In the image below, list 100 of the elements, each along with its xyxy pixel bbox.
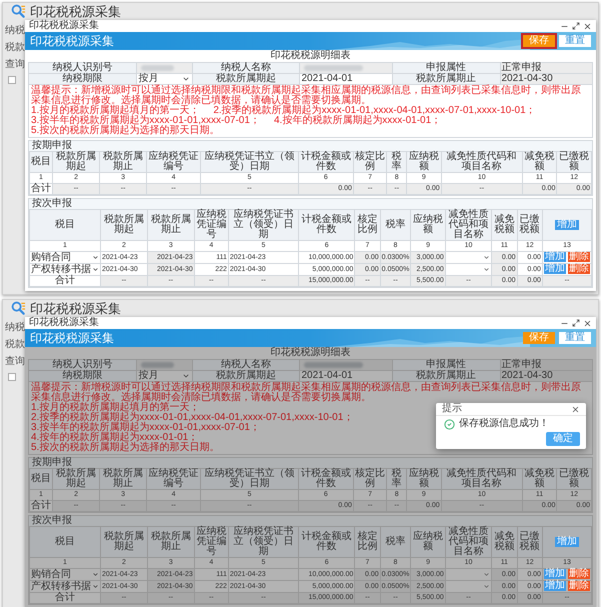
- form-label: 税款: [5, 42, 25, 53]
- column-header: 税目: [30, 526, 100, 558]
- field-label: 税款所属期起: [192, 370, 300, 382]
- delete-button[interactable]: 删除: [568, 569, 590, 580]
- table-cell: 合计: [30, 592, 100, 604]
- add-button[interactable]: 增加: [554, 536, 579, 547]
- section-title: 按次申报: [29, 199, 592, 209]
- column-header: 税目: [30, 210, 100, 240]
- field-label: 税款所属期止: [392, 370, 500, 382]
- save-button[interactable]: 保存: [523, 35, 555, 47]
- add-button[interactable]: 增加: [554, 220, 579, 230]
- save-button[interactable]: 保存: [523, 332, 555, 344]
- table-cell: 合计: [30, 184, 52, 194]
- column-header: 税率: [386, 152, 407, 172]
- column-header: 减免性质代码和项目名称: [445, 526, 492, 558]
- column-header: 应纳税额: [410, 526, 446, 558]
- close-icon[interactable]: [583, 22, 592, 30]
- column-header: 税款所属期起: [100, 526, 148, 558]
- column-header: 减免性质代码和项目名称: [445, 210, 492, 240]
- notice-text: 5.按次的税款所属期起为选择的那天日期。: [31, 126, 220, 136]
- select-field[interactable]: 产权转移书据: [31, 582, 99, 592]
- select-field[interactable]: 产权转移书据: [31, 264, 99, 274]
- field-value: 2021-04-01: [300, 370, 392, 382]
- delete-button[interactable]: 删除: [568, 252, 590, 262]
- column-header: 应纳税额: [406, 468, 442, 490]
- column-header: 应纳税凭证书立（领受）日期: [200, 152, 298, 172]
- column-header: 减免性质代码和项目名称: [441, 468, 522, 490]
- confirm-button[interactable]: 确定: [546, 432, 580, 446]
- notice-text: 3.按半年的税款所属期起为xxxx-01-01,xxxx-07-01；: [31, 116, 260, 126]
- window-title: 印花税税源采集: [29, 318, 99, 328]
- column-header: 税款所属期止: [147, 526, 194, 558]
- column-header: 已缴税额: [517, 210, 542, 240]
- notice-text: 2.按季的税款所属期起为xxxx-01-01,xxxx-04-01,xxxx-07-01,xxxx-10-01；: [31, 413, 354, 423]
- dialog-title: 印花税税源采集: [30, 34, 114, 48]
- notice-text: 4.按年的税款所属期起为xxxx-01-01；: [31, 433, 198, 443]
- window-title: 印花税税源采集: [29, 21, 99, 31]
- field-value: 2021-04-30: [500, 74, 592, 84]
- column-header: 核定比例: [354, 526, 380, 558]
- form-label: 税款: [5, 339, 25, 350]
- column-header: 计税金额或件数: [298, 152, 354, 172]
- column-header: 减免性质代码和项目名称: [441, 152, 522, 172]
- form-label: 查询: [5, 356, 25, 367]
- add-button[interactable]: 增加: [544, 252, 566, 262]
- field-value: 正常申报: [500, 360, 592, 370]
- maximize-icon[interactable]: [572, 319, 580, 327]
- column-header: 核定比例: [353, 152, 387, 172]
- column-header: 计税金额或件数: [298, 468, 354, 490]
- delete-button[interactable]: 删除: [568, 264, 590, 274]
- column-header: 核定比例: [354, 210, 380, 240]
- section-title: 按次申报: [29, 516, 592, 526]
- redacted-value: [304, 65, 363, 71]
- section-title: 按期申报: [29, 458, 592, 468]
- page-title: 印花税税源采集: [30, 302, 121, 316]
- page-title: 印花税税源采集: [30, 4, 121, 18]
- field-label: 纳税期限: [28, 74, 136, 84]
- success-icon: [444, 418, 455, 430]
- search-list-icon: [11, 4, 26, 19]
- column-header: 税款所属期起: [52, 468, 100, 490]
- delete-button[interactable]: 删除: [568, 581, 590, 592]
- field-label: 纳税人名称: [192, 360, 300, 370]
- maximize-icon[interactable]: [572, 22, 580, 30]
- column-header: 税目: [30, 468, 52, 490]
- column-header: 应纳税凭证编号: [146, 152, 200, 172]
- reset-button[interactable]: 重置: [559, 35, 591, 47]
- field-label: 申报属性: [392, 62, 500, 74]
- column-header: 税款所属期起: [52, 152, 100, 172]
- notice-text: 5.按次的税款所属期起为选择的那天日期。: [31, 443, 220, 453]
- field-label: 纳税期限: [28, 370, 136, 382]
- close-icon[interactable]: [583, 318, 592, 328]
- add-button[interactable]: 增加: [544, 581, 566, 592]
- add-button[interactable]: 增加: [544, 264, 566, 274]
- column-header: 计税金额或件数: [298, 210, 355, 240]
- column-header: 已缴税额: [517, 526, 542, 558]
- close-icon[interactable]: [571, 404, 580, 414]
- column-header: 应纳税凭证编号: [194, 526, 228, 558]
- column-header: 应纳税凭证书立（领受）日期: [228, 526, 299, 558]
- sheet-title: 印花税税源明细表: [270, 51, 350, 61]
- field-value: 2021-04-30: [500, 370, 592, 382]
- field-label: 纳税人识别号: [28, 62, 136, 74]
- reset-button[interactable]: 重置: [559, 332, 591, 344]
- field-label: 纳税人识别号: [28, 360, 136, 370]
- column-header: 应纳税额: [406, 152, 442, 172]
- column-header: 税率: [386, 468, 407, 490]
- notice-text: 温馨提示：新增税源时可以通过选择纳税期限和税款所属期起采集相应属期的税源信息，由查询列表已采集信息时，则带出原采集信息进行修改。选择属期时会清除已填数据，请确认是否需要切换属期。: [31, 383, 582, 403]
- column-header: 税款所属期止: [100, 152, 147, 172]
- column-header: 税款所属期起: [100, 210, 148, 240]
- column-header: 税目: [30, 152, 52, 172]
- field-label: 税款所属期止: [392, 74, 500, 84]
- notice-text: 1.按月的税款所属期起填月的第一天；: [31, 403, 200, 413]
- add-button[interactable]: 增加: [544, 569, 566, 580]
- column-header: 减免税额: [522, 468, 557, 490]
- form-label: 纳税: [5, 322, 25, 333]
- checkbox[interactable]: [8, 373, 16, 381]
- select-field[interactable]: 购销合同: [31, 570, 99, 580]
- table-cell: 合计: [30, 500, 52, 512]
- select-field[interactable]: 购销合同: [31, 252, 99, 262]
- column-header: 减免税额: [492, 210, 518, 240]
- checkbox[interactable]: [8, 76, 16, 84]
- column-header: 应纳税凭证编号: [146, 468, 200, 490]
- column-header: 应纳税凭证书立（领受）日期: [200, 468, 298, 490]
